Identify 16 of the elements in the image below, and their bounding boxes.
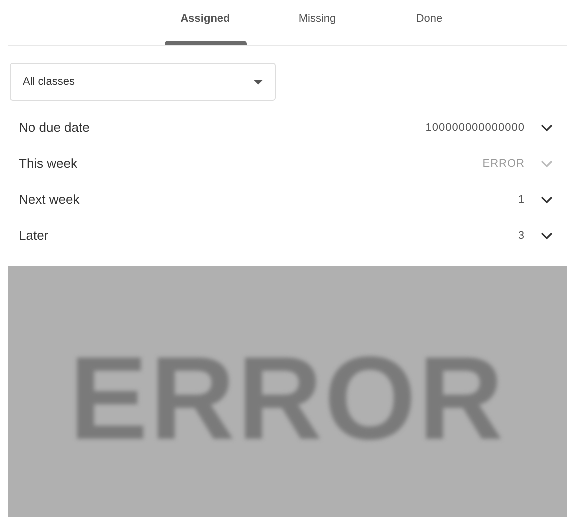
section-count: 1 xyxy=(518,192,525,208)
expand-chevron-icon[interactable] xyxy=(541,196,553,204)
expand-chevron-icon[interactable] xyxy=(541,124,553,132)
section-count: ERROR xyxy=(482,156,525,172)
expand-chevron-icon[interactable] xyxy=(541,232,553,240)
section-label: Next week xyxy=(19,191,81,210)
section-count: 3 xyxy=(518,228,525,244)
section-count: 100000000000000 xyxy=(426,120,525,136)
tab[interactable]: Missing xyxy=(262,0,372,45)
section-label: This week xyxy=(19,155,79,174)
tab[interactable]: Done xyxy=(374,0,484,45)
section-label: No due date xyxy=(19,119,91,138)
tab[interactable]: Assigned xyxy=(150,0,260,45)
class-dropdown[interactable]: All classes xyxy=(10,63,276,101)
dropdown-caret-icon xyxy=(254,80,263,84)
section-label: Later xyxy=(19,227,50,246)
